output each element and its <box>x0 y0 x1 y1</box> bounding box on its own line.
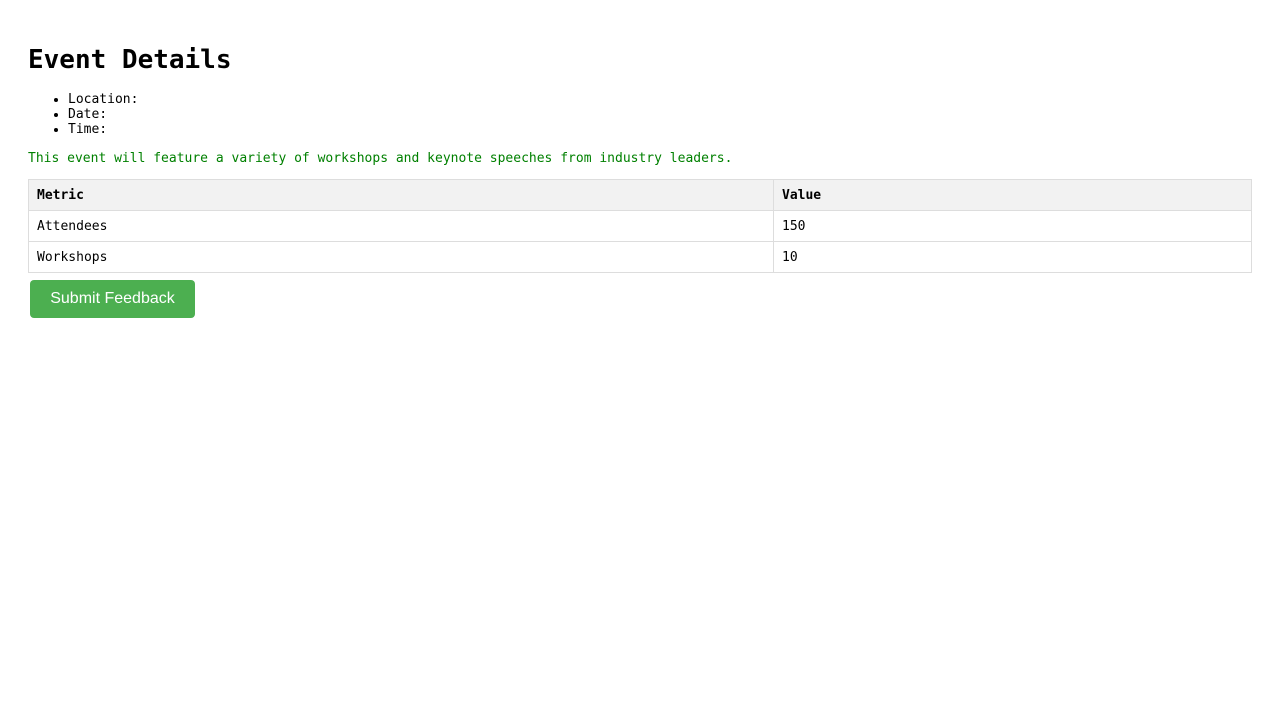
table-row: Workshops 10 <box>28 241 1252 273</box>
table-row: Attendees 150 <box>28 210 1252 242</box>
cell-value: 150 <box>773 210 1252 242</box>
table-header-row: Metric Value <box>28 179 1252 211</box>
detail-date: Date: <box>68 107 138 122</box>
cell-value: 10 <box>773 241 1252 273</box>
event-description: This event will feature a variety of wor… <box>28 151 733 166</box>
event-details-list: Location: Date: Time: <box>28 92 138 137</box>
metrics-table: Metric Value Attendees 150 Workshops 10 <box>28 179 1252 273</box>
cell-metric: Workshops <box>28 241 774 273</box>
header-value: Value <box>773 179 1252 211</box>
cell-metric: Attendees <box>28 210 774 242</box>
page-title: Event Details <box>28 45 232 75</box>
header-metric: Metric <box>28 179 774 211</box>
submit-feedback-button[interactable]: Submit Feedback <box>30 280 195 318</box>
detail-time: Time: <box>68 122 138 137</box>
detail-location: Location: <box>68 92 138 107</box>
